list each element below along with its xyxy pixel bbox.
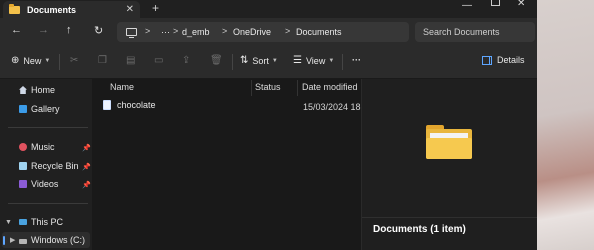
breadcrumb-separator: >: [145, 26, 151, 36]
column-header-status[interactable]: Status: [255, 82, 281, 92]
sidebar-item-label: Videos: [31, 179, 59, 189]
sidebar-item-label: Home: [31, 85, 56, 95]
breadcrumb-documents[interactable]: Documents: [296, 27, 342, 37]
sidebar-item-recycle-bin[interactable]: Recycle Bin: [19, 161, 79, 171]
tab-documents[interactable]: Documents ✕: [3, 1, 140, 18]
sidebar-item-gallery[interactable]: Gallery: [19, 104, 60, 114]
view-button[interactable]: ☰ View ▼: [293, 55, 334, 66]
chevron-down-icon: ▼: [44, 57, 51, 64]
computer-icon: [126, 28, 137, 38]
details-pane: Documents (1 item): [361, 79, 537, 250]
more-options-button[interactable]: ···: [352, 55, 361, 65]
toolbar-divider: [59, 54, 60, 70]
copy-icon[interactable]: ❐: [98, 55, 107, 66]
text-file-icon: [103, 100, 111, 110]
toolbar-divider: [342, 54, 343, 70]
paste-icon[interactable]: ▤: [126, 55, 135, 66]
pin-icon[interactable]: 📌: [82, 163, 91, 171]
folder-icon: [426, 125, 472, 159]
folder-icon: [9, 3, 20, 14]
music-icon: [19, 143, 27, 151]
file-row[interactable]: chocolate: [103, 100, 156, 110]
delete-icon[interactable]: 🗑: [210, 55, 223, 66]
gallery-icon: [19, 105, 27, 113]
toolbar-divider: [232, 54, 233, 70]
breadcrumb-separator: >: [285, 26, 291, 36]
search-input[interactable]: Search Documents: [415, 22, 535, 42]
close-window-button[interactable]: ✕: [517, 0, 525, 9]
file-explorer-window: Documents ✕ + — ✕ ← → ↑ ↻ > ··· > d_emb …: [0, 0, 537, 250]
sidebar-item-label: This PC: [31, 217, 64, 227]
desktop-background: [537, 0, 594, 250]
sidebar-divider: [8, 203, 88, 204]
details-divider: [362, 217, 537, 218]
details-button-label: Details: [497, 55, 525, 65]
sidebar-item-music[interactable]: Music: [19, 142, 55, 152]
back-button[interactable]: ←: [11, 24, 22, 36]
sort-icon: ⇅: [240, 55, 249, 66]
sidebar-item-label: Gallery: [31, 104, 60, 114]
sidebar-item-windows-c[interactable]: Windows (C:): [19, 235, 85, 245]
up-button[interactable]: ↑: [66, 24, 72, 36]
this-pc-icon: [19, 219, 27, 225]
breadcrumb-separator: >: [222, 26, 228, 36]
share-icon[interactable]: ⇪: [182, 55, 190, 66]
cut-icon[interactable]: ✂: [70, 55, 78, 66]
chevron-down-icon[interactable]: ▼: [5, 219, 12, 226]
file-name: chocolate: [117, 100, 156, 110]
command-bar: ⊕ New ▼ ✂ ❐ ▤ ▭ ⇪ 🗑 ⇅ Sort ▼ ☰ View ▼ ··…: [0, 46, 537, 79]
rename-icon[interactable]: ▭: [154, 55, 163, 66]
title-bar: Documents ✕ + — ✕: [0, 0, 537, 18]
navigation-bar: ← → ↑ ↻ > ··· > d_emb > OneDrive > Docum…: [0, 18, 537, 46]
breadcrumb-d-emb[interactable]: d_emb: [182, 27, 210, 37]
breadcrumb-more[interactable]: ···: [161, 27, 170, 37]
videos-icon: [19, 180, 27, 188]
sort-button[interactable]: ⇅ Sort ▼: [240, 55, 278, 66]
column-header-date-modified[interactable]: Date modified: [302, 82, 358, 92]
file-list: Name Status Date modified chocolate 15/0…: [93, 79, 368, 250]
breadcrumb-separator: >: [173, 26, 179, 36]
details-pane-icon: [482, 55, 492, 65]
column-header-name[interactable]: Name: [110, 82, 134, 92]
chevron-right-icon[interactable]: ▶: [10, 236, 15, 244]
sort-button-label: Sort: [252, 55, 269, 66]
sidebar-item-videos[interactable]: Videos: [19, 179, 58, 189]
new-button[interactable]: ⊕ New ▼: [11, 55, 50, 66]
drive-icon: [19, 238, 27, 244]
sidebar-divider: [8, 127, 88, 128]
minimize-button[interactable]: —: [462, 0, 472, 11]
search-placeholder: Search Documents: [423, 27, 500, 37]
pin-icon[interactable]: 📌: [82, 181, 91, 189]
address-bar[interactable]: > ··· > d_emb > OneDrive > Documents: [117, 22, 409, 42]
sidebar-item-label: Recycle Bin: [31, 161, 79, 171]
tab-label: Documents: [27, 4, 77, 15]
maximize-button[interactable]: [491, 0, 500, 6]
new-tab-button[interactable]: +: [152, 1, 159, 15]
column-divider[interactable]: [297, 80, 298, 96]
navigation-pane: Home Gallery Music 📌 Recycle Bin 📌 Video…: [0, 79, 92, 250]
home-icon: [19, 86, 27, 94]
breadcrumb-onedrive[interactable]: OneDrive: [233, 27, 271, 37]
new-button-label: New: [23, 55, 42, 66]
file-date-modified: 15/03/2024 18:1: [303, 102, 369, 112]
sidebar-item-label: Windows (C:): [31, 235, 86, 245]
recycle-bin-icon: [19, 162, 27, 170]
sidebar-item-label: Music: [31, 142, 55, 152]
plus-circle-icon: ⊕: [11, 55, 20, 66]
refresh-button[interactable]: ↻: [94, 24, 103, 37]
details-title: Documents (1 item): [373, 224, 466, 235]
details-button[interactable]: Details: [482, 55, 525, 65]
sidebar-item-home[interactable]: Home: [19, 85, 55, 95]
tab-close-icon[interactable]: ✕: [126, 4, 134, 15]
chevron-down-icon: ▼: [271, 57, 278, 64]
sidebar-item-this-pc[interactable]: This PC: [19, 217, 63, 227]
selection-indicator: [3, 236, 5, 245]
column-divider[interactable]: [251, 80, 252, 96]
view-icon: ☰: [293, 55, 302, 66]
chevron-down-icon: ▼: [328, 57, 335, 64]
forward-button[interactable]: →: [38, 24, 49, 36]
view-button-label: View: [305, 55, 326, 66]
pin-icon[interactable]: 📌: [82, 144, 91, 152]
